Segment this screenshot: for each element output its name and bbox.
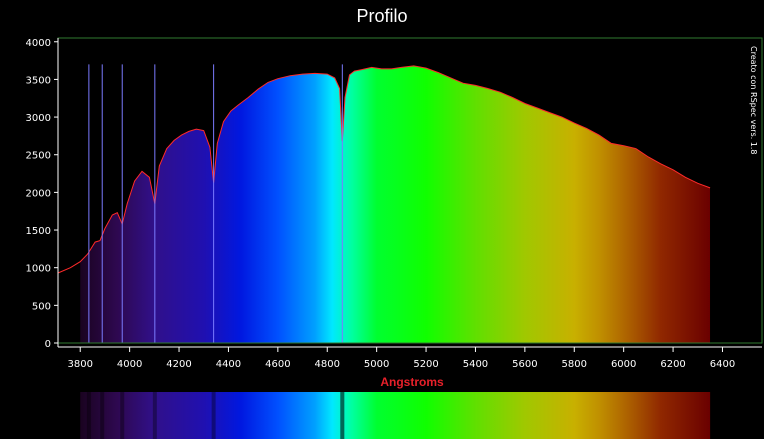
- x-axis-label: Angstroms: [380, 375, 444, 389]
- x-tick-label: 4400: [216, 359, 241, 370]
- y-tick-label: 1000: [26, 264, 51, 275]
- x-tick-label: 5800: [562, 359, 587, 370]
- x-tick-label: 6000: [611, 359, 636, 370]
- absorption-band-line: [120, 392, 125, 439]
- spectrum-profile-chart: 0 500 1000 1500 2000 2500 3000 3500 4000 3800 4000…: [26, 37, 763, 439]
- y-tick-label: 3500: [26, 75, 51, 86]
- x-tick-label: 5600: [512, 359, 537, 370]
- x-tick-label: 3800: [68, 359, 93, 370]
- x-tick-label: 5400: [463, 359, 488, 370]
- x-tick-label: 5000: [364, 359, 389, 370]
- y-tick-label: 500: [32, 301, 51, 312]
- annotation-text: Creato con RSpec vers. 1.8: [749, 46, 758, 155]
- y-tick-label: 4000: [26, 38, 51, 49]
- absorption-band-line: [211, 392, 216, 439]
- x-tick-label: 4800: [315, 359, 340, 370]
- x-tick-label: 6400: [710, 359, 735, 370]
- x-tick-label: 4200: [166, 359, 191, 370]
- y-tick-label: 2500: [26, 151, 51, 162]
- y-tick-label: 3000: [26, 113, 51, 124]
- spectrum-area-fill: [80, 65, 711, 343]
- y-tick-label: 1500: [26, 226, 51, 237]
- x-tick-label: 5200: [413, 359, 438, 370]
- absorption-band-line: [152, 392, 157, 439]
- absorption-band-line: [340, 392, 345, 439]
- x-tick-label: 4000: [117, 359, 142, 370]
- y-tick-label: 0: [45, 339, 51, 350]
- spectrum-band: [80, 392, 711, 439]
- absorption-band-line: [100, 392, 105, 439]
- chart-root: Profilo 0 500 1000 1500 2000 2500 3000 3500 4000…: [0, 0, 764, 439]
- x-tick-label: 4600: [265, 359, 290, 370]
- y-tick-label: 2000: [26, 188, 51, 199]
- x-tick-label: 6200: [660, 359, 685, 370]
- absorption-band-line: [86, 392, 91, 439]
